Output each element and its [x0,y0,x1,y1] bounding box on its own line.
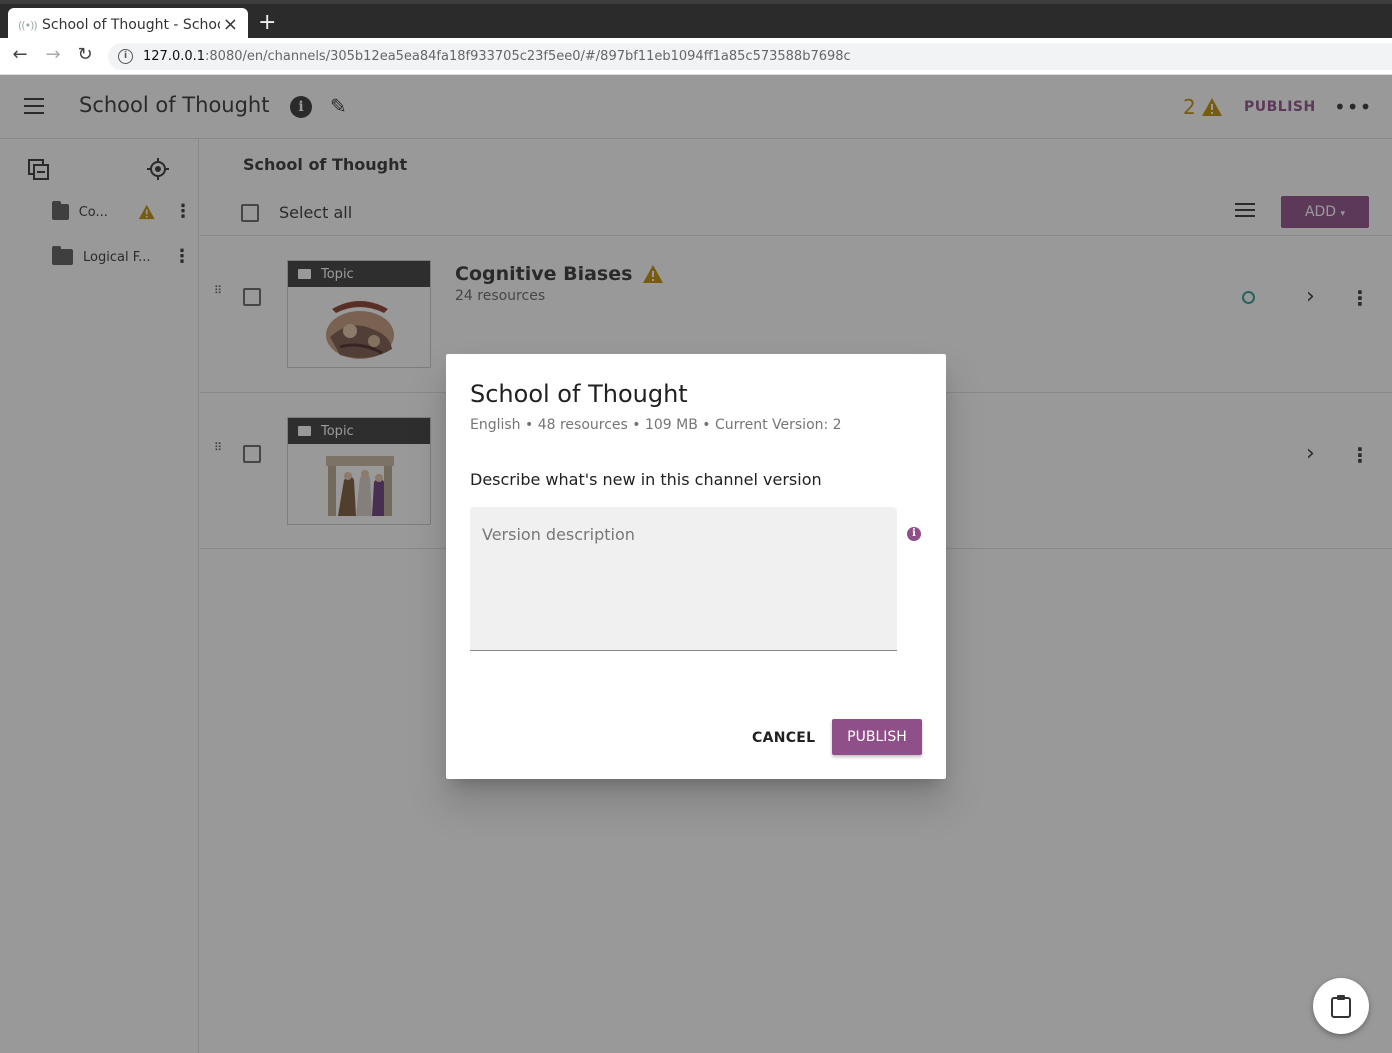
browser-tab-title: School of Thought - School of Thought [42,17,220,33]
new-tab-icon[interactable]: + [258,12,276,34]
broadcast-icon: ((•)) [18,18,38,32]
browser-tab-strip: ((•)) School of Thought - School of Thou… [0,0,1392,42]
cancel-button[interactable]: CANCEL [742,720,825,756]
dialog-prompt: Describe what's new in this channel vers… [470,470,822,489]
clipboard-button[interactable] [1313,978,1369,1034]
reload-icon[interactable]: ↻ [73,44,97,65]
browser-tab[interactable]: ((•)) School of Thought - School of Thou… [8,8,248,42]
info-icon[interactable]: i [907,527,921,541]
close-tab-icon[interactable]: × [223,16,238,34]
version-description-field[interactable] [470,507,897,651]
publish-button[interactable]: PUBLISH [832,719,922,755]
url-field[interactable]: i 127.0.0.1:8080/en/channels/305b12ea5ea… [108,43,1392,70]
version-description-input[interactable] [470,507,897,650]
site-info-icon[interactable]: i [118,49,133,64]
dialog-title: School of Thought [470,380,688,408]
url-path: :8080/en/channels/305b12ea5ea84fa18f9337… [205,49,851,64]
url-host: 127.0.0.1 [143,49,206,64]
publish-dialog: School of Thought English • 48 resources… [446,354,946,779]
clipboard-icon [1331,995,1351,1018]
address-bar: ← → ↻ i 127.0.0.1:8080/en/channels/305b1… [0,38,1392,75]
forward-arrow-icon[interactable]: → [41,44,65,65]
back-arrow-icon[interactable]: ← [8,44,32,65]
dialog-meta: English • 48 resources • 109 MB • Curren… [470,417,842,433]
